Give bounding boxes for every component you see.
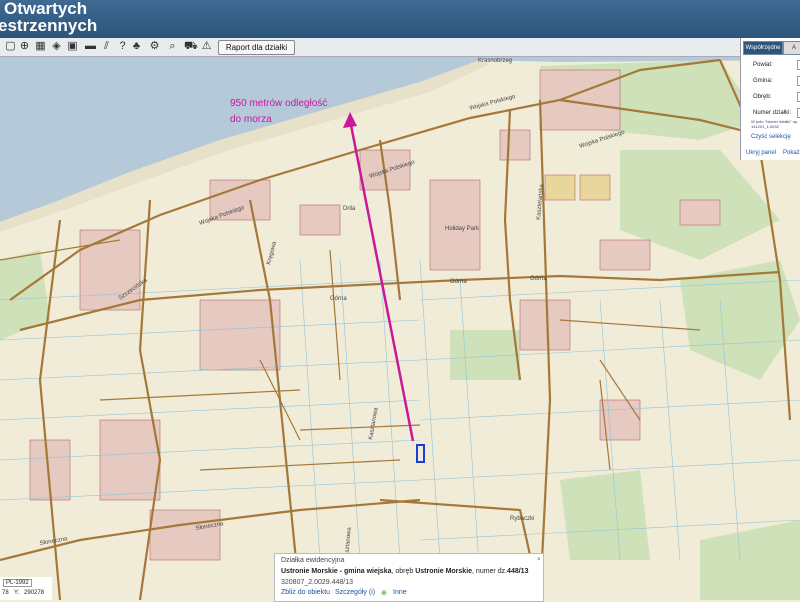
close-icon[interactable]: × [537,557,541,563]
popup-numer-label: , numer dz. [472,568,508,575]
zoom-to-object-link[interactable]: Zbliż do obiektu [281,589,330,596]
app-header: Otwartych estrzennych [0,0,800,38]
coordinate-readout: PL-1992 78 Y: 290278 [0,577,52,600]
street-label: Krasnobrzeg [478,58,512,64]
tree-icon[interactable]: ♣ [130,40,143,53]
popup-obreb: Ustronie Morskie [415,568,473,575]
x-coordinate: 78 [2,590,9,596]
select-icon[interactable]: ▢ [4,40,17,53]
app-title-line2: estrzennych [0,16,98,35]
popup-title: Ustronie Morskie - gmina wiejska, obręb … [281,568,528,575]
other-link[interactable]: Inne [393,589,407,596]
parcel-info-popup: Działka ewidencyjna × Ustronie Morskie -… [274,553,544,602]
field-label-gmina: Gmina: [753,78,773,84]
plus-icon[interactable]: ⊕ [381,589,387,597]
tab-other[interactable]: A [783,41,800,55]
street-label: Drila [343,206,356,212]
distance-annotation: 950 metrów odległość [230,98,328,109]
zoom-icon[interactable]: ⌕ [166,40,179,53]
toolbar: ▢ ⊕ ▦ ◈ ▣ ▬ ⫽ ? ♣ ⚙ ⌕ ⛟ ⚠ [0,38,740,57]
field-label-powiat: Powiat: [753,62,773,68]
identify-icon[interactable]: ⚙ [148,40,161,53]
street-label: Holiday Park [445,226,480,232]
street-label: Górna [530,276,547,282]
popup-numer: 448/13 [507,568,529,575]
street-label: Rybaczki [510,516,534,522]
pan-icon[interactable]: ⊕ [18,40,31,53]
tab-wspolrzedne[interactable]: Współrzędne [743,41,783,55]
search-hint: W polu "Numer działki" np. 141201_1.0032 [751,119,799,129]
cart-icon[interactable]: ⛟ [184,40,198,53]
popup-obreb-label: , obręb [391,568,416,575]
crs-select[interactable]: PL-1992 [3,579,32,587]
hide-panel-link[interactable]: Ukryj panel [746,150,776,156]
raport-button[interactable]: Raport dla działki [218,40,295,55]
map-canvas[interactable]: Krasnobrzeg Wojska Polskiego Wojska Pols… [0,57,800,600]
popup-parcel-id: 320807_2.0029.448/13 [281,579,354,586]
popup-gmina: Ustronie Morskie - gmina wiejska [281,568,392,575]
street-label: Górna [330,296,347,302]
show-link[interactable]: Pokaż [783,150,800,156]
y-coordinate: 290278 [24,590,45,596]
field-label-numer: Numer działki: [753,110,792,116]
popup-heading: Działka ewidencyjna [281,557,345,564]
field-label-obreb: Obręb: [753,94,772,100]
warning-icon[interactable]: ⚠ [200,40,213,53]
clear-selection-link[interactable]: Czyść selekcję [751,134,791,140]
y-label: Y: [14,590,20,596]
distance-annotation-line2: do morza [230,114,272,125]
help-icon[interactable]: ? [116,40,129,53]
hatch-icon[interactable]: ⫽ [100,40,113,53]
search-panel: Współrzędne A Powiat: Gmina: Obręb: Nume… [740,38,800,160]
street-label: Górna [450,279,467,285]
details-link[interactable]: Szczegóły (i) [335,589,375,596]
vehicle-icon[interactable]: ▬ [84,40,97,53]
print-icon[interactable]: ▣ [66,40,79,53]
layers-icon[interactable]: ◈ [50,40,63,53]
table-icon[interactable]: ▦ [34,40,47,53]
